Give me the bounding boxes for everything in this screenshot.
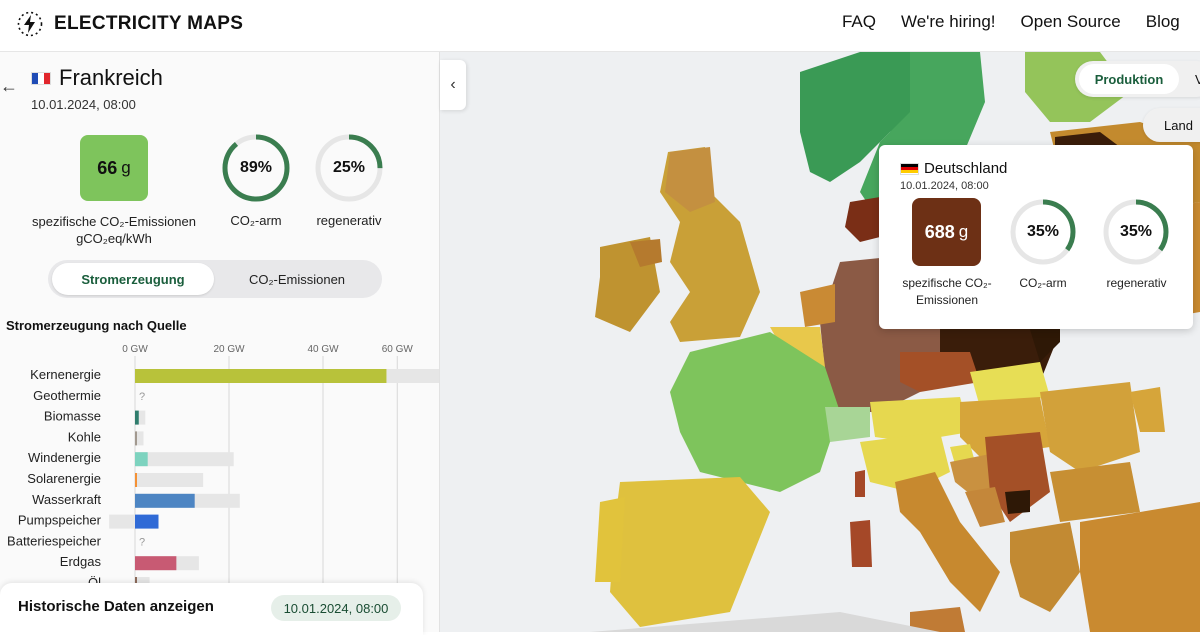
renewable-value: 25% bbox=[332, 159, 366, 176]
tooltip-low-carbon-label: CO₂-arm bbox=[1019, 276, 1067, 290]
tooltip-timestamp: 10.01.2024, 08:00 bbox=[900, 180, 989, 192]
tooltip-intensity-label-line1: spezifische CO₂- bbox=[902, 276, 992, 290]
carbon-intensity-label: spezifische CO₂-Emissionen gCO₂eq/kWh bbox=[28, 213, 200, 247]
capacity-bar bbox=[109, 514, 135, 529]
tooltip-low-carbon-value: 35% bbox=[1026, 223, 1060, 240]
tooltip-intensity-box: 688 g bbox=[912, 198, 981, 266]
x-tick-label: 20 GW bbox=[213, 344, 245, 355]
tooltip-renewable-label: regenerativ bbox=[1106, 276, 1167, 290]
low-carbon-ring: 89% bbox=[221, 133, 291, 203]
production-bar bbox=[135, 452, 148, 467]
zone-name: Frankreich bbox=[59, 65, 163, 90]
data-type-toggle[interactable]: Stromerzeugung CO₂-Emissionen bbox=[48, 260, 382, 298]
top-bar: ELECTRICITY MAPS FAQ We're hiring! Open … bbox=[0, 0, 1200, 52]
main-nav: FAQ We're hiring! Open Source Blog G bbox=[842, 12, 1200, 32]
renewable-ring: 25% bbox=[314, 133, 384, 203]
category-label: Wasserkraft bbox=[32, 492, 101, 507]
tooltip-intensity-value: 688 bbox=[924, 221, 955, 242]
collapse-panel-button[interactable]: ‹ bbox=[440, 60, 466, 110]
tooltip-renewable-value: 35% bbox=[1119, 223, 1153, 240]
missing-data-marker: ? bbox=[139, 391, 145, 403]
back-arrow-icon[interactable]: ← bbox=[0, 76, 18, 97]
x-tick-label: 0 GW bbox=[122, 344, 148, 355]
logo[interactable]: ELECTRICITY MAPS bbox=[16, 10, 243, 38]
mode-consumption[interactable]: V bbox=[1195, 64, 1200, 94]
intensity-unit: g bbox=[121, 158, 131, 177]
europe-map[interactable] bbox=[440, 52, 1200, 632]
x-tick-label: 60 GW bbox=[382, 344, 414, 355]
production-bar bbox=[135, 369, 387, 383]
tooltip-intensity-label: spezifische CO₂- Emissionen bbox=[887, 275, 1007, 309]
map-bulgaria bbox=[1050, 462, 1140, 522]
category-label: Solarenergie bbox=[27, 471, 101, 486]
category-label: Windenergie bbox=[28, 450, 101, 465]
intensity-label: spezifische CO₂-Emissionen bbox=[32, 214, 196, 229]
intensity-unit-label: gCO₂eq/kWh bbox=[76, 231, 152, 246]
map-portugal bbox=[595, 497, 625, 582]
germany-tooltip: Deutschland 10.01.2024, 08:00 688 g spezi… bbox=[879, 145, 1193, 329]
tab-co2-emissionen[interactable]: CO₂-Emissionen bbox=[216, 263, 378, 295]
production-bar bbox=[135, 473, 137, 487]
production-bar bbox=[135, 556, 177, 571]
map-sardinia bbox=[850, 520, 872, 567]
capacity-bar bbox=[135, 452, 234, 467]
map-corsica bbox=[855, 470, 865, 497]
lightning-logo-icon bbox=[17, 11, 43, 37]
category-label: Pumpspeicher bbox=[18, 513, 102, 528]
production-bar bbox=[135, 410, 139, 425]
carbon-intensity-box: 66 g bbox=[80, 135, 148, 201]
category-label: Kernenergie bbox=[30, 367, 101, 382]
production-bar bbox=[135, 493, 195, 508]
map-romania bbox=[1040, 382, 1140, 472]
nav-blog[interactable]: Blog bbox=[1146, 12, 1180, 32]
france-flag-icon bbox=[31, 71, 51, 85]
category-label: Biomasse bbox=[44, 409, 101, 424]
tab-stromerzeugung[interactable]: Stromerzeugung bbox=[52, 263, 214, 295]
category-label: Kohle bbox=[68, 429, 101, 444]
map-spain bbox=[610, 477, 770, 627]
tooltip-intensity-label-line2: Emissionen bbox=[915, 293, 979, 307]
world-map[interactable] bbox=[440, 52, 1200, 632]
production-bar bbox=[135, 431, 137, 446]
low-carbon-value: 89% bbox=[239, 159, 273, 176]
intensity-value: 66 bbox=[97, 157, 118, 178]
low-carbon-label: CO₂-arm bbox=[230, 213, 282, 228]
mode-production[interactable]: Produktion bbox=[1079, 64, 1179, 94]
map-switzerland bbox=[825, 407, 870, 442]
brand-name: ELECTRICITY MAPS bbox=[54, 13, 244, 34]
map-turkey bbox=[1080, 502, 1200, 632]
history-date[interactable]: 10.01.2024, 08:00 bbox=[271, 595, 401, 621]
category-label: Geothermie bbox=[33, 388, 101, 403]
map-denmark bbox=[845, 197, 880, 242]
tooltip-low-carbon-ring: 35% bbox=[1008, 197, 1078, 267]
category-label: Erdgas bbox=[60, 554, 102, 569]
map-greece bbox=[1010, 522, 1080, 612]
tooltip-renewable-ring: 35% bbox=[1101, 197, 1171, 267]
missing-data-marker: ? bbox=[139, 536, 145, 548]
zone-header: Frankreich bbox=[31, 65, 163, 91]
tooltip-country-name: Deutschland bbox=[924, 160, 1008, 177]
map-kosovo bbox=[1005, 490, 1030, 514]
nav-hiring[interactable]: We're hiring! bbox=[901, 12, 996, 32]
land-button[interactable]: Land bbox=[1143, 108, 1200, 142]
chevron-left-icon: ‹ bbox=[450, 76, 456, 93]
nav-faq[interactable]: FAQ bbox=[842, 12, 876, 32]
zone-timestamp: 10.01.2024, 08:00 bbox=[31, 97, 136, 112]
category-label: Batteriespeicher bbox=[7, 533, 102, 548]
tooltip-intensity-unit: g bbox=[958, 222, 969, 241]
history-bar[interactable]: Historische Daten anzeigen 10.01.2024, 0… bbox=[0, 583, 423, 635]
map-mode-toggle[interactable]: Produktion V bbox=[1075, 61, 1200, 97]
germany-flag-icon bbox=[900, 162, 919, 175]
production-bar bbox=[135, 514, 159, 529]
nav-open-source[interactable]: Open Source bbox=[1021, 12, 1121, 32]
map-czech bbox=[900, 352, 980, 392]
x-tick-label: 40 GW bbox=[307, 344, 339, 355]
zone-details-panel: ← Frankreich 10.01.2024, 08:00 66 g spezi… bbox=[0, 52, 440, 632]
tooltip-country: Deutschland bbox=[900, 160, 1007, 177]
capacity-bar bbox=[135, 473, 204, 487]
map-netherlands bbox=[800, 284, 835, 327]
section-title: Stromerzeugung nach Quelle bbox=[6, 318, 187, 333]
renewable-label: regenerativ bbox=[316, 213, 382, 228]
history-label[interactable]: Historische Daten anzeigen bbox=[18, 598, 214, 615]
